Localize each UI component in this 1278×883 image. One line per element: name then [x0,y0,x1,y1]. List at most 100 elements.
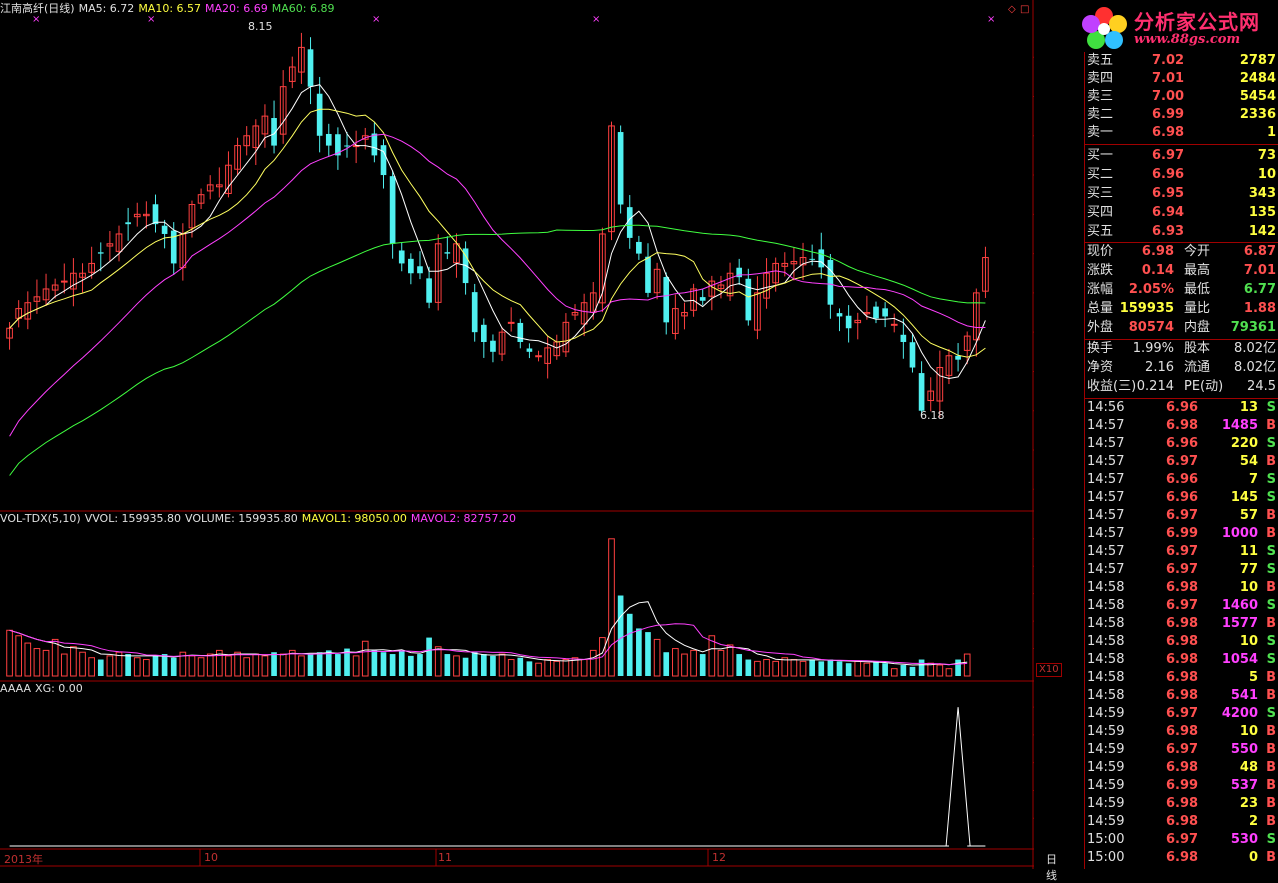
volume-bar-down [152,655,159,676]
order-volume: 135 [1248,205,1276,220]
tick-time: 14:57 [1087,544,1125,559]
tick-row[interactable]: 14:57 6.98 1485 B [1084,417,1278,435]
tick-list-panel[interactable]: 14:56 6.96 13 S 14:57 6.98 1485 B 14:57 6.96 220 S 1… [1084,399,1278,869]
order-label: 买五 [1087,224,1114,239]
volume-bar-up [717,649,725,677]
volume-bar-down [408,655,414,676]
volume-unit-badge: X10 [1036,663,1062,677]
tick-row[interactable]: 14:59 6.99 537 B [1084,777,1278,795]
kline-chart-area[interactable]: 8.07.807.607.407.207.006.806.606.406.206… [0,0,1062,882]
tick-price: 6.98 [1166,418,1199,433]
order-row-sell[interactable]: 卖四 7.01 2484 [1084,70,1278,88]
tick-row[interactable]: 14:58 6.98 5 B [1084,669,1278,687]
tick-row[interactable]: 14:57 6.99 1000 B [1084,525,1278,543]
tick-row[interactable]: 14:59 6.98 10 B [1084,723,1278,741]
order-row-buy[interactable]: 买三 6.95 343 [1084,185,1278,203]
tick-side: S [1266,544,1276,559]
tick-volume: 7 [1248,472,1258,487]
tick-row[interactable]: 15:00 6.98 0 B [1084,849,1278,867]
tick-row[interactable]: 15:00 6.97 530 S [1084,831,1278,849]
order-price: 6.94 [1152,205,1185,220]
tick-price: 6.97 [1166,544,1199,559]
order-label: 卖四 [1087,71,1114,86]
order-row-sell[interactable]: 卖二 6.99 2336 [1084,106,1278,124]
order-row-buy[interactable]: 买五 6.93 142 [1084,223,1278,241]
tick-row[interactable]: 14:59 6.97 4200 S [1084,705,1278,723]
tick-row[interactable]: 14:58 6.98 10 S [1084,633,1278,651]
tick-row[interactable]: 14:59 6.98 23 B [1084,795,1278,813]
period-tab[interactable]: 日线 [1046,851,1057,883]
volume-bar-up [681,653,688,677]
quote-label: 最低 [1184,282,1211,297]
candle-body-down [836,313,843,317]
volume-bar-up [498,653,506,677]
tick-price: 6.98 [1166,616,1199,631]
tick-volume: 1000 [1221,526,1258,541]
tick-volume: 220 [1230,436,1258,451]
tick-row[interactable]: 14:59 6.98 2 B [1084,813,1278,831]
ma5-label: MA5: 6.72 [78,2,135,15]
fundamental-label: 股本 [1184,341,1211,356]
tick-row[interactable]: 14:59 6.97 550 B [1084,741,1278,759]
tick-price: 6.97 [1166,598,1199,613]
tick-row[interactable]: 14:59 6.98 48 B [1084,759,1278,777]
tick-volume: 537 [1230,778,1258,793]
order-row-sell[interactable]: 卖五 7.02 2787 [1084,52,1278,70]
tick-time: 14:58 [1087,670,1125,685]
vvol-value: VVOL: 159935.80 [84,512,182,525]
tick-time: 14:59 [1087,778,1125,793]
tick-row[interactable]: 14:57 6.96 7 S [1084,471,1278,489]
fundamental-label: 换手 [1087,341,1114,356]
tick-row[interactable]: 14:58 6.98 541 B [1084,687,1278,705]
tick-row[interactable]: 14:58 6.98 1054 S [1084,651,1278,669]
volume-bar-down [307,654,314,676]
volume-bar-down [490,655,496,676]
fundamental-label: 收益(三) [1087,379,1137,394]
order-row-sell[interactable]: 卖三 7.00 5454 [1084,88,1278,106]
volume-bar-down [617,595,624,676]
candle-body-down [371,133,378,156]
stock-title: 江南高纤(日线) [0,2,75,15]
tick-row[interactable]: 14:57 6.96 145 S [1084,489,1278,507]
kline-chart-svg[interactable]: 8.07.807.607.407.207.006.806.606.406.206… [0,0,1034,869]
price-legend: 江南高纤(日线) MA5: 6.72 MA10: 6.57 MA20: 6.69 MA6… [0,2,338,16]
volume-bar-up [726,644,734,677]
volume-bar-down [699,654,706,676]
order-row-buy[interactable]: 买二 6.96 10 [1084,166,1278,184]
tick-volume: 1460 [1221,598,1258,613]
tick-row[interactable]: 14:58 6.98 1577 B [1084,615,1278,633]
volume-bar-up [225,655,232,677]
tick-price: 6.96 [1166,436,1199,451]
quote-row: 外盘 80574 内盘 79361 [1084,319,1278,337]
tick-row[interactable]: 14:57 6.97 77 S [1084,561,1278,579]
tick-side: S [1266,490,1276,505]
fundamental-value: 8.02亿 [1234,341,1276,356]
tick-row[interactable]: 14:56 6.96 13 S [1084,399,1278,417]
volume-value: VOLUME: 159935.80 [185,512,298,525]
tick-volume: 1577 [1221,616,1258,631]
order-row-sell[interactable]: 卖一 6.98 1 [1084,124,1278,142]
volume-bar-down [827,659,834,676]
order-row-buy[interactable]: 买四 6.94 135 [1084,204,1278,222]
order-row-buy[interactable]: 买一 6.97 73 [1084,147,1278,165]
tick-row[interactable]: 14:57 6.97 54 B [1084,453,1278,471]
logo-url: www.88gs.com [1134,32,1241,47]
tick-row[interactable]: 14:58 6.97 1460 S [1084,597,1278,615]
tick-time: 14:57 [1087,526,1125,541]
volume-bar-up [672,648,679,677]
tick-row[interactable]: 14:57 6.97 11 S [1084,543,1278,561]
tick-time: 14:58 [1087,634,1125,649]
volume-bar-up [70,646,77,677]
candle-body-down [617,132,624,205]
tick-side: B [1266,526,1276,541]
volume-bar-up [535,662,542,677]
tick-row[interactable]: 14:58 6.98 10 B [1084,579,1278,597]
quote-label: 涨幅 [1087,282,1114,297]
tick-row[interactable]: 14:57 6.96 220 S [1084,435,1278,453]
tick-row[interactable]: 14:57 6.97 57 B [1084,507,1278,525]
candle-body-down [827,259,834,305]
quote-value: 7.01 [1243,263,1276,278]
volume-bar-up [143,659,150,677]
candle-body-down [526,348,533,352]
volume-bar-down [316,652,323,676]
